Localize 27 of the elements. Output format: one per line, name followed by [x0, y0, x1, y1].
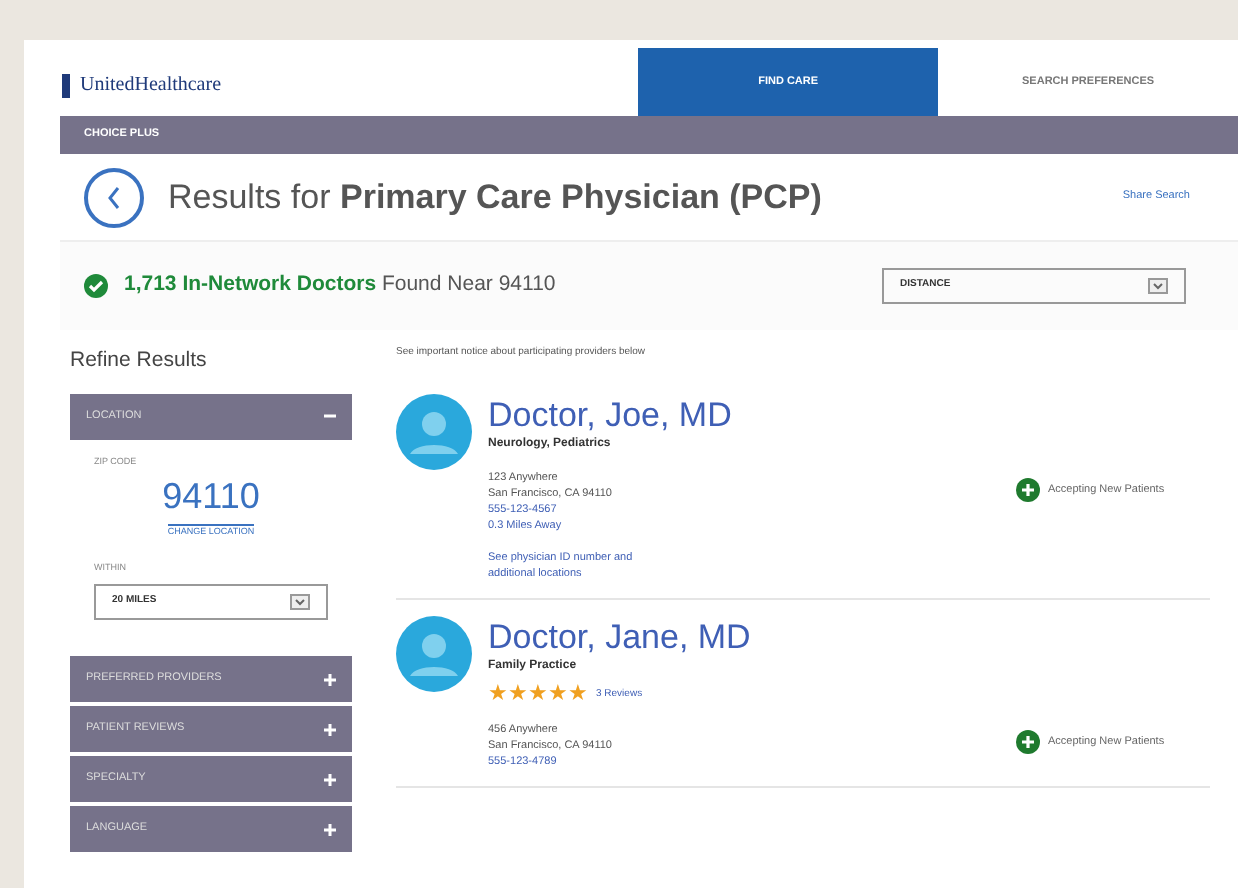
avatar-icon — [396, 615, 472, 692]
doctor-name-link[interactable]: Doctor, Joe, MD — [488, 393, 1210, 436]
logo-icon — [60, 71, 72, 99]
results-title: Results for Primary Care Physician (PCP) — [168, 175, 824, 220]
back-button[interactable] — [84, 167, 144, 227]
doctor-name-link[interactable]: Doctor, Jane, MD — [488, 615, 1210, 658]
check-circle-icon — [84, 274, 108, 298]
avatar-icon — [396, 393, 472, 469]
dropdown-caret-icon — [1148, 278, 1168, 294]
refine-results-heading: Refine Results — [70, 346, 209, 376]
star-icon: ★ — [488, 684, 508, 706]
plus-icon — [324, 723, 336, 735]
dropdown-caret-icon — [290, 594, 310, 610]
zip-code-text: 94110 — [162, 473, 260, 519]
star-icon: ★ — [528, 684, 548, 706]
chevron-left-icon — [106, 185, 122, 209]
star-icon: ★ — [508, 684, 528, 706]
plus-circle-icon — [1016, 477, 1040, 502]
plus-circle-icon — [1016, 730, 1040, 754]
star-icon: ★ — [548, 684, 568, 706]
plus-icon — [324, 823, 336, 835]
logo-text: UnitedHealthcare — [80, 72, 222, 100]
plus-icon — [324, 773, 336, 785]
plus-icon — [324, 673, 336, 685]
results-count-text: 1,713 In-Network Doctors Found Near 94110 — [124, 270, 558, 301]
star-icon: ★ — [568, 684, 588, 706]
minus-icon — [324, 410, 336, 423]
